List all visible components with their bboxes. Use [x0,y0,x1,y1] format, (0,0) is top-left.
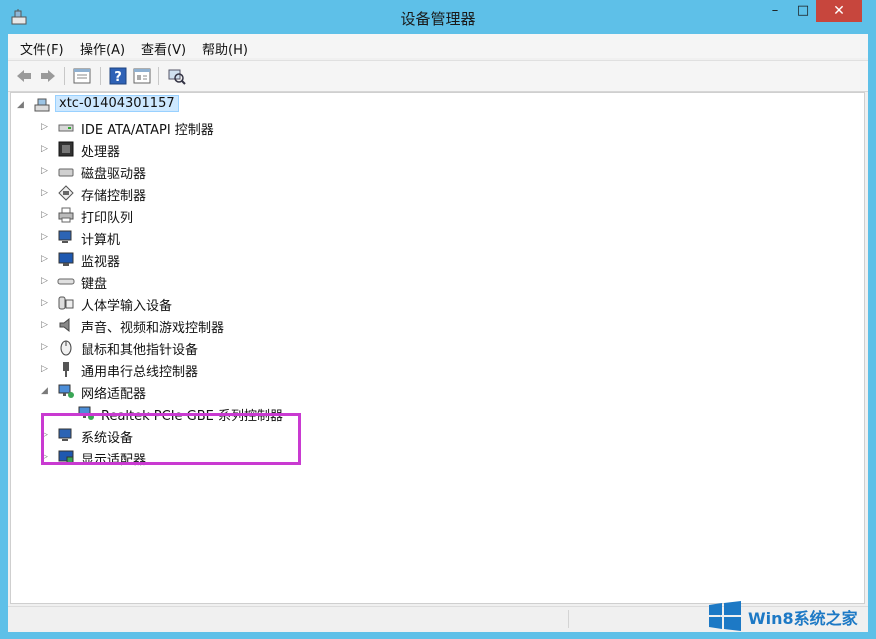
properties-icon[interactable] [72,66,92,86]
toolbar: ? [8,60,868,92]
speaker-icon [59,317,70,333]
expand-arrow-icon[interactable]: ▷ [41,297,51,309]
svg-text:?: ? [114,70,122,85]
storage-controller-icon [58,185,74,201]
minimize-button[interactable]: – [762,0,788,22]
usb-icon [63,362,69,377]
tree-category-label: 存储控制器 [81,189,147,204]
tree-root-label: xtc-01404301157 [55,95,179,112]
tree-category-label: 系统设备 [81,431,134,446]
tree-category-label: 打印队列 [81,211,134,226]
scan-hardware-icon[interactable] [166,66,186,86]
expand-arrow-icon[interactable]: ▷ [41,363,51,375]
expand-arrow-icon[interactable]: ▷ [41,451,51,463]
display-adapter-icon [58,450,74,464]
maximize-button[interactable]: □ [790,0,816,22]
menu-file[interactable]: 文件(F) [20,39,64,58]
expand-arrow-icon[interactable]: ▷ [41,429,51,441]
status-cell [568,610,719,628]
menu-help[interactable]: 帮助(H) [202,39,248,58]
tree-category-label: 磁盘驱动器 [81,167,147,182]
windows-logo-icon [709,601,741,631]
title-bar[interactable]: 设备管理器 – □ ✕ [0,0,876,34]
collapse-arrow-icon[interactable]: ◢ [17,99,27,111]
collapse-arrow-icon[interactable]: ◢ [41,385,51,397]
help-icon[interactable]: ? [108,66,128,86]
expand-arrow-icon[interactable]: ▷ [41,341,51,353]
watermark: Win8系统之家 [702,597,872,635]
device-tree[interactable]: ◢ xtc-01404301157 ▷ IDE ATA/ATAPI 控制器 ▷ [10,92,865,604]
client-area: 文件(F) 操作(A) 查看(V) 帮助(H) ? ◢ xtc-01404301… [8,34,868,632]
network-adapter-icon [78,406,94,420]
expand-arrow-icon[interactable]: ▷ [41,253,51,265]
hid-icon [58,296,74,310]
network-adapter-icon [58,384,74,398]
back-arrow-icon[interactable] [14,66,34,86]
device-manager-window: 设备管理器 – □ ✕ 文件(F) 操作(A) 查看(V) 帮助(H) ? ◢ … [0,0,876,639]
expand-arrow-icon[interactable]: ▷ [41,209,51,221]
toolbar-separator [64,67,65,85]
menu-view[interactable]: 查看(V) [141,39,186,58]
printer-icon [58,207,74,223]
watermark-text: Win8系统之家 [748,609,858,628]
tree-category-label: 网络适配器 [81,387,147,402]
mouse-icon [60,340,72,356]
expand-arrow-icon[interactable]: ▷ [41,187,51,199]
tree-category-label: 显示适配器 [81,453,147,468]
tree-category-label: 人体学输入设备 [81,299,173,314]
menu-action[interactable]: 操作(A) [80,39,125,58]
expand-arrow-icon[interactable]: ▷ [41,319,51,331]
ide-controller-icon [58,124,74,132]
disk-drive-icon [58,168,74,177]
details-icon[interactable] [132,66,152,86]
computer-root-icon [34,98,50,112]
monitor-icon [58,252,74,266]
forward-arrow-icon[interactable] [38,66,58,86]
tree-category-label: 监视器 [81,255,121,270]
expand-arrow-icon[interactable]: ▷ [41,143,51,155]
expand-arrow-icon[interactable]: ▷ [41,275,51,287]
system-device-icon [58,428,72,441]
toolbar-separator [100,67,101,85]
tree-category-label: 声音、视频和游戏控制器 [81,321,225,336]
expand-arrow-icon[interactable]: ▷ [41,165,51,177]
expand-arrow-icon[interactable]: ▷ [41,121,51,133]
tree-category-label: 通用串行总线控制器 [81,365,199,380]
window-title: 设备管理器 [400,10,476,28]
close-button[interactable]: ✕ [816,0,862,22]
tree-category-label: 计算机 [81,233,121,248]
menu-bar: 文件(F) 操作(A) 查看(V) 帮助(H) [8,34,868,58]
tree-category-label: 鼠标和其他指针设备 [81,343,199,358]
tree-device-label: Realtek PCIe GBE 系列控制器 [101,409,284,424]
tree-category-label: 键盘 [81,277,108,292]
toolbar-separator [158,67,159,85]
tree-category-label: IDE ATA/ATAPI 控制器 [81,123,214,138]
computer-icon [58,230,72,243]
expand-arrow-icon[interactable]: ▷ [41,231,51,243]
tree-root-node[interactable]: ◢ xtc-01404301157 [17,95,217,115]
processor-icon [58,141,74,157]
keyboard-icon [57,278,75,285]
tree-category-label: 处理器 [81,145,121,160]
